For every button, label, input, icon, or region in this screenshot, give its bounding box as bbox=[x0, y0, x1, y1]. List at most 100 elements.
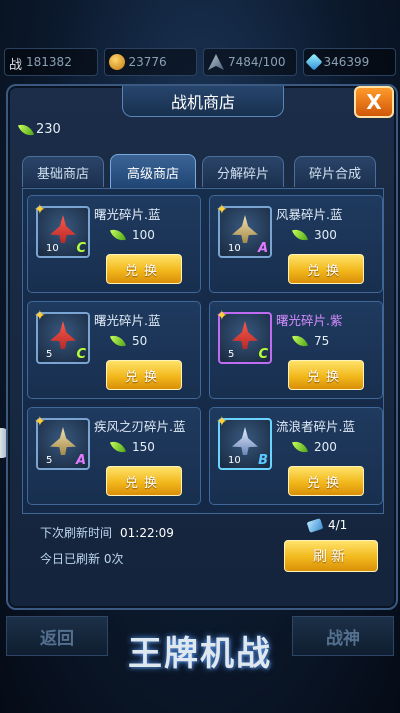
item-price: 200 bbox=[291, 438, 337, 456]
shop-item-card: ✦ 5 A 疾风之刃碎片.蓝 150 兑换 bbox=[27, 407, 201, 505]
leaf-currency-icon bbox=[17, 120, 35, 139]
game-logo: 王牌机战 bbox=[128, 633, 272, 674]
item-quantity: 10 bbox=[46, 243, 59, 254]
next-refresh-label: 下次刷新时间 bbox=[40, 526, 113, 540]
status-bar: 战 181382 23776 7484/100 346399 bbox=[0, 48, 400, 78]
gem-icon bbox=[305, 53, 322, 71]
item-thumbnail[interactable]: ✦ 5 C bbox=[216, 308, 272, 364]
currency-display: 230 bbox=[17, 120, 61, 139]
item-price-value: 50 bbox=[132, 334, 148, 348]
item-price-value: 75 bbox=[314, 334, 330, 348]
leaf-currency-icon bbox=[291, 332, 309, 350]
item-grade: A bbox=[75, 453, 86, 468]
currency-value: 230 bbox=[36, 122, 61, 137]
fighter-ship-icon bbox=[232, 215, 258, 243]
fighter-ship-icon bbox=[232, 427, 258, 455]
fleet-value: 7484/100 bbox=[228, 55, 286, 69]
shop-item-card: ✦ 10 B 流浪者碎片.蓝 200 兑换 bbox=[209, 407, 383, 505]
leaf-currency-icon bbox=[109, 226, 127, 244]
item-thumbnail[interactable]: ✦ 5 C bbox=[34, 308, 90, 364]
item-price-value: 300 bbox=[314, 228, 337, 242]
shop-item-card: ✦ 10 A 风暴碎片.蓝 300 兑换 bbox=[209, 195, 383, 293]
item-quantity: 10 bbox=[228, 455, 241, 466]
item-grade: C bbox=[76, 347, 86, 362]
item-name: 曙光碎片.蓝 bbox=[94, 313, 161, 328]
gem-value: 346399 bbox=[323, 55, 370, 69]
coin-stat: 23776 bbox=[103, 48, 197, 76]
item-grade: C bbox=[258, 347, 268, 362]
star-icon: ✦ bbox=[34, 202, 46, 218]
battle-god-button[interactable]: 战神 bbox=[292, 616, 394, 656]
exchange-button[interactable]: 兑换 bbox=[288, 466, 364, 496]
item-thumbnail[interactable]: ✦ 10 A bbox=[216, 202, 272, 258]
shop-item-grid: ✦ 10 C 曙光碎片.蓝 100 兑换 ✦ 10 A 风暴碎片.蓝 300 兑… bbox=[22, 188, 384, 514]
item-price-value: 150 bbox=[132, 440, 155, 454]
item-price: 150 bbox=[109, 438, 155, 456]
back-button[interactable]: 返回 bbox=[6, 616, 108, 656]
fighter-ship-icon bbox=[50, 215, 76, 243]
item-quantity: 10 bbox=[228, 243, 241, 254]
shop-item-card: ✦ 10 C 曙光碎片.蓝 100 兑换 bbox=[27, 195, 201, 293]
exchange-button[interactable]: 兑换 bbox=[106, 360, 182, 390]
item-thumbnail[interactable]: ✦ 5 A bbox=[34, 414, 90, 470]
item-thumbnail[interactable]: ✦ 10 C bbox=[34, 202, 90, 258]
star-icon: ✦ bbox=[216, 202, 228, 218]
coin-value: 23776 bbox=[128, 55, 167, 69]
item-price: 300 bbox=[291, 226, 337, 244]
fighter-shop-panel: 战机商店 X 230 基础商店 高级商店 分解碎片 碎片合成 ✦ 10 C 曙光… bbox=[6, 84, 398, 610]
leaf-currency-icon bbox=[109, 438, 127, 456]
refresh-button[interactable]: 刷新 bbox=[284, 540, 378, 572]
item-price: 50 bbox=[109, 332, 148, 350]
leaf-currency-icon bbox=[109, 332, 127, 350]
next-refresh-time: 01:22:09 bbox=[120, 526, 174, 540]
exchange-button[interactable]: 兑换 bbox=[288, 360, 364, 390]
close-button[interactable]: X bbox=[354, 86, 394, 118]
combat-power-value: 181382 bbox=[26, 55, 72, 69]
next-refresh-info: 下次刷新时间 01:22:09 bbox=[40, 524, 174, 541]
item-price: 100 bbox=[109, 226, 155, 244]
shop-item-card: ✦ 5 C 曙光碎片.蓝 50 兑换 bbox=[27, 301, 201, 399]
item-grade: B bbox=[258, 453, 268, 468]
tab-fragment-synthesis[interactable]: 碎片合成 bbox=[294, 156, 376, 187]
item-name: 曙光碎片.紫 bbox=[276, 313, 343, 328]
ticket-count: 4/1 bbox=[328, 518, 348, 532]
star-icon: ✦ bbox=[216, 414, 228, 430]
panel-title: 战机商店 bbox=[122, 86, 284, 117]
tab-basic-shop[interactable]: 基础商店 bbox=[22, 156, 104, 187]
star-icon: ✦ bbox=[216, 308, 228, 324]
gem-stat: 346399 bbox=[302, 48, 396, 76]
item-price: 75 bbox=[291, 332, 330, 350]
exchange-button[interactable]: 兑换 bbox=[288, 254, 364, 284]
item-quantity: 5 bbox=[46, 349, 53, 360]
refreshed-today-text: 今日已刷新 0次 bbox=[40, 552, 124, 566]
item-thumbnail[interactable]: ✦ 10 B bbox=[216, 414, 272, 470]
item-name: 风暴碎片.蓝 bbox=[276, 207, 343, 222]
item-quantity: 5 bbox=[228, 349, 235, 360]
item-name: 曙光碎片.蓝 bbox=[94, 207, 161, 222]
tab-advanced-shop[interactable]: 高级商店 bbox=[110, 154, 196, 189]
item-price-value: 200 bbox=[314, 440, 337, 454]
combat-power-stat: 战 181382 bbox=[4, 48, 98, 76]
item-grade: A bbox=[257, 241, 268, 256]
refresh-ticket-counter: 4/1 bbox=[306, 517, 348, 533]
fighter-ship-icon bbox=[50, 321, 76, 349]
ticket-icon bbox=[306, 517, 324, 533]
fleet-stat: 7484/100 bbox=[203, 48, 297, 76]
leaf-currency-icon bbox=[291, 226, 309, 244]
shop-tabs: 基础商店 高级商店 分解碎片 碎片合成 bbox=[22, 154, 382, 189]
combat-power-label: 战 bbox=[9, 58, 23, 73]
exchange-button[interactable]: 兑换 bbox=[106, 254, 182, 284]
coin-icon bbox=[108, 54, 125, 70]
shop-item-card: ✦ 5 C 曙光碎片.紫 75 兑换 bbox=[209, 301, 383, 399]
exchange-button[interactable]: 兑换 bbox=[106, 466, 182, 496]
tab-decompose-fragments[interactable]: 分解碎片 bbox=[202, 156, 284, 187]
star-icon: ✦ bbox=[34, 414, 46, 430]
item-price-value: 100 bbox=[132, 228, 155, 242]
item-name: 疾风之刃碎片.蓝 bbox=[94, 419, 186, 434]
star-icon: ✦ bbox=[34, 308, 46, 324]
leaf-currency-icon bbox=[291, 438, 309, 456]
fighter-ship-icon bbox=[232, 321, 258, 349]
ship-icon bbox=[208, 54, 224, 70]
item-grade: C bbox=[76, 241, 86, 256]
item-name: 流浪者碎片.蓝 bbox=[276, 419, 355, 434]
